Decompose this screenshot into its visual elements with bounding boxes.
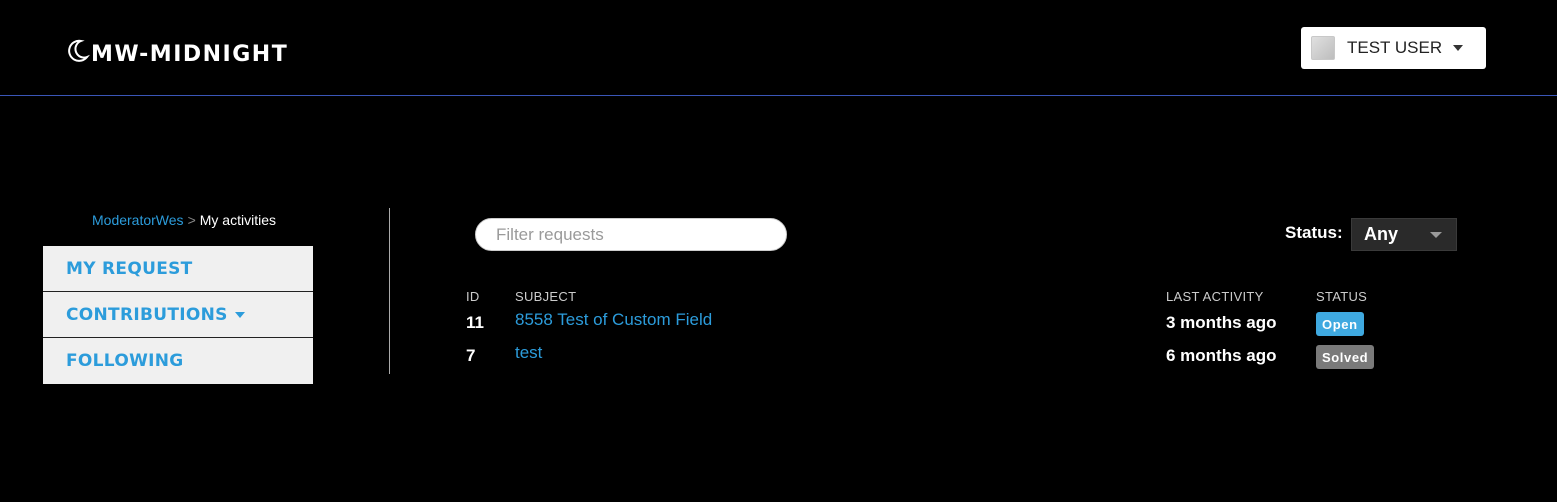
sidebar-item-label: CONTRIBUTIONS — [66, 304, 228, 325]
sidebar-item-label: MY REQUEST — [66, 258, 193, 279]
sidebar-nav: MY REQUEST CONTRIBUTIONS FOLLOWING — [43, 246, 313, 384]
last-activity: 3 months ago — [1166, 313, 1277, 332]
chevron-down-icon — [1453, 45, 1464, 51]
user-menu-button[interactable]: TEST USER — [1301, 27, 1486, 69]
status-filter-label: Status: — [1285, 223, 1343, 242]
breadcrumb-current: My activities — [199, 212, 276, 228]
request-subject-link[interactable]: test — [515, 343, 542, 363]
column-header-subject: SUBJECT — [515, 289, 577, 304]
column-header-id: ID — [466, 289, 480, 304]
last-activity: 6 months ago — [1166, 346, 1277, 365]
status-filter-select[interactable]: Any — [1351, 218, 1457, 251]
breadcrumb-separator: > — [187, 212, 196, 228]
sidebar-item-contributions[interactable]: CONTRIBUTIONS — [43, 292, 313, 338]
moon-icon — [66, 38, 91, 70]
status-badge: Solved — [1316, 345, 1375, 369]
request-subject-link[interactable]: 8558 Test of Custom Field — [515, 310, 712, 330]
user-name: TEST USER — [1347, 38, 1443, 57]
vertical-divider — [389, 208, 390, 374]
request-id: 7 — [466, 346, 476, 365]
filter-requests-input[interactable] — [475, 218, 787, 251]
status-badge: Open — [1316, 312, 1364, 336]
logo-text: MW-MIDNIGHT — [91, 41, 289, 67]
avatar — [1311, 36, 1335, 60]
breadcrumb: ModeratorWes > My activities — [92, 212, 276, 228]
site-header: MW-MIDNIGHT TEST USER — [0, 0, 1557, 96]
site-logo[interactable]: MW-MIDNIGHT — [66, 38, 288, 70]
chevron-down-icon — [234, 311, 245, 318]
chevron-down-icon — [1430, 232, 1442, 238]
status-filter-value: Any — [1364, 224, 1399, 244]
sidebar-item-label: FOLLOWING — [66, 351, 184, 371]
request-id: 11 — [466, 313, 484, 332]
sidebar-item-my-request[interactable]: MY REQUEST — [43, 246, 313, 292]
sidebar-item-following[interactable]: FOLLOWING — [43, 338, 313, 384]
column-header-last-activity: LAST ACTIVITY — [1166, 289, 1264, 304]
breadcrumb-link-moderatorwes[interactable]: ModeratorWes — [92, 212, 184, 228]
column-header-status: STATUS — [1316, 289, 1368, 304]
